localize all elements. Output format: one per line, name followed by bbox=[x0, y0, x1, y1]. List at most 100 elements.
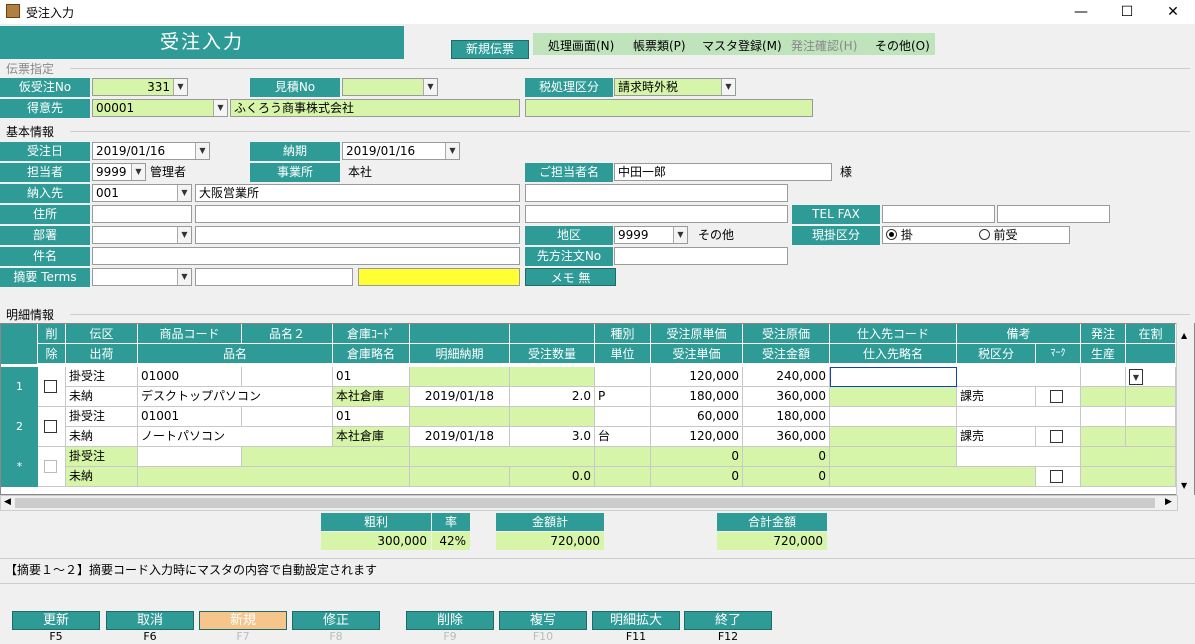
suryo-cell[interactable]: 2.0 bbox=[510, 387, 595, 407]
chevron-down-icon[interactable]: ▼ bbox=[177, 269, 191, 285]
tokui-name-field[interactable]: ふくろう商事株式会社 bbox=[230, 99, 520, 117]
hacchu-cell[interactable] bbox=[1081, 407, 1126, 427]
grid-cell[interactable] bbox=[830, 467, 1036, 487]
minimize-button[interactable]: — bbox=[1058, 0, 1104, 24]
genka-tanka-cell[interactable]: 60,000 bbox=[651, 407, 743, 427]
grid-cell[interactable] bbox=[1081, 447, 1176, 467]
shiire-name-cell[interactable] bbox=[830, 387, 957, 407]
menu-master[interactable]: マスタ登録(M) bbox=[702, 37, 782, 54]
tel-field[interactable] bbox=[882, 205, 995, 223]
mark-checkbox[interactable] bbox=[1050, 430, 1063, 443]
expand-detail-button[interactable]: 明細拡大 bbox=[592, 611, 680, 630]
seisan-cell[interactable] bbox=[1081, 387, 1126, 407]
grid-cell[interactable] bbox=[510, 407, 595, 427]
delete-checkbox[interactable] bbox=[44, 460, 57, 473]
grid-cell[interactable] bbox=[410, 367, 510, 387]
scroll-down-icon[interactable]: ▼ bbox=[1181, 481, 1187, 490]
chevron-down-icon[interactable]: ▼ bbox=[1129, 369, 1143, 385]
tanka-cell[interactable]: 0 bbox=[651, 467, 743, 487]
cancel-button[interactable]: 取消 bbox=[106, 611, 194, 630]
genka-tanka-cell[interactable]: 120,000 bbox=[651, 367, 743, 387]
tanka-cell[interactable]: 120,000 bbox=[651, 427, 743, 447]
zaiwari-cell[interactable]: ▼ bbox=[1126, 367, 1176, 387]
chevron-down-icon[interactable]: ▼ bbox=[673, 227, 687, 243]
soko-name-cell[interactable]: 本社倉庫 bbox=[333, 427, 410, 447]
chevron-down-icon[interactable]: ▼ bbox=[423, 79, 437, 95]
biko-cell[interactable] bbox=[957, 447, 1081, 467]
new-slip-button[interactable]: 新規伝票 bbox=[451, 40, 529, 59]
address2-field[interactable] bbox=[525, 205, 788, 223]
mark-checkbox[interactable] bbox=[1050, 390, 1063, 403]
close-button[interactable]: ✕ bbox=[1150, 0, 1195, 24]
shiire-name-cell[interactable] bbox=[830, 427, 957, 447]
chevron-down-icon[interactable]: ▼ bbox=[721, 79, 735, 95]
delete-checkbox[interactable] bbox=[44, 420, 57, 433]
shiire-code-cell[interactable] bbox=[830, 407, 957, 427]
tani-cell[interactable] bbox=[595, 467, 651, 487]
busho-name-field[interactable] bbox=[195, 226, 520, 244]
tani-cell[interactable]: 台 bbox=[595, 427, 651, 447]
mitsumori-field[interactable]: ▼ bbox=[342, 78, 438, 96]
kenmei-field[interactable] bbox=[92, 247, 520, 265]
scroll-thumb[interactable] bbox=[15, 498, 1155, 508]
radio-kake[interactable] bbox=[886, 229, 897, 240]
zei-select[interactable]: 請求時外税 ▼ bbox=[614, 78, 736, 96]
kingaku-cell[interactable]: 360,000 bbox=[743, 387, 830, 407]
zaiwari-cell[interactable] bbox=[1126, 407, 1176, 427]
menu-sonota[interactable]: その他(O) bbox=[875, 37, 930, 54]
menu-chohyo[interactable]: 帳票類(P) bbox=[633, 37, 686, 54]
scroll-up-icon[interactable]: ▲ bbox=[1181, 331, 1187, 340]
chevron-down-icon[interactable]: ▼ bbox=[173, 79, 187, 95]
busho-code-field[interactable]: ▼ bbox=[92, 226, 192, 244]
memo-button[interactable]: メモ 無 bbox=[525, 268, 616, 286]
denku-cell[interactable]: 掛受注 bbox=[66, 367, 138, 387]
grid-cell[interactable] bbox=[595, 447, 651, 467]
address1-field[interactable] bbox=[195, 205, 520, 223]
code-cell[interactable]: 01001 bbox=[138, 407, 242, 427]
chevron-down-icon[interactable]: ▼ bbox=[213, 100, 227, 116]
nouki-cell[interactable] bbox=[410, 467, 510, 487]
hacchu-cell[interactable] bbox=[1081, 367, 1126, 387]
exit-button[interactable]: 終了 bbox=[684, 611, 772, 630]
hinmei-cell[interactable] bbox=[138, 467, 410, 487]
tokui-code-field[interactable]: 00001 ▼ bbox=[92, 99, 228, 117]
tanka-cell[interactable]: 180,000 bbox=[651, 387, 743, 407]
fax-field[interactable] bbox=[997, 205, 1110, 223]
shiire-code-cell[interactable] bbox=[830, 447, 957, 467]
hinmei-cell[interactable]: デスクトップパソコン bbox=[138, 387, 333, 407]
denku-cell[interactable]: 掛受注 bbox=[66, 447, 138, 467]
genka-cell[interactable]: 240,000 bbox=[743, 367, 830, 387]
tekiyo-code-field[interactable]: ▼ bbox=[92, 268, 192, 286]
gotanto-field[interactable]: 中田一郎 bbox=[614, 163, 832, 181]
nouki-cell[interactable]: 2019/01/18 bbox=[410, 427, 510, 447]
kingaku-cell[interactable]: 0 bbox=[743, 467, 830, 487]
delete-checkbox[interactable] bbox=[44, 380, 57, 393]
grid-cell[interactable] bbox=[510, 367, 595, 387]
hinmei2-cell[interactable] bbox=[242, 407, 333, 427]
nounyu-extra-field[interactable] bbox=[525, 184, 788, 202]
vertical-scrollbar[interactable]: ▲ ▼ bbox=[1176, 323, 1194, 495]
grid-cell[interactable] bbox=[1081, 467, 1176, 487]
shiire-code-cell[interactable] bbox=[830, 367, 957, 387]
grid-cell[interactable] bbox=[1126, 387, 1176, 407]
genka-cell[interactable]: 180,000 bbox=[743, 407, 830, 427]
soko-code-cell[interactable]: 01 bbox=[333, 367, 410, 387]
grid-cell[interactable] bbox=[595, 367, 651, 387]
maximize-button[interactable]: ☐ bbox=[1104, 0, 1150, 24]
chevron-down-icon[interactable]: ▼ bbox=[177, 185, 191, 201]
tekiyo1-field[interactable] bbox=[195, 268, 353, 286]
soko-name-cell[interactable]: 本社倉庫 bbox=[333, 387, 410, 407]
radio-maeuke[interactable] bbox=[978, 229, 990, 240]
suryo-cell[interactable]: 3.0 bbox=[510, 427, 595, 447]
genka-tanka-cell[interactable]: 0 bbox=[651, 447, 743, 467]
tekiyo2-field[interactable] bbox=[358, 268, 520, 286]
grid-cell[interactable] bbox=[595, 407, 651, 427]
juchubi-field[interactable]: 2019/01/16 ▼ bbox=[92, 142, 210, 160]
shukka-cell[interactable]: 未納 bbox=[66, 387, 138, 407]
kari-no-field[interactable]: 331 ▼ bbox=[92, 78, 188, 96]
menu-shori[interactable]: 処理画面(N) bbox=[548, 37, 614, 54]
seisan-cell[interactable] bbox=[1081, 427, 1126, 447]
scroll-left-icon[interactable]: ◀ bbox=[4, 497, 11, 507]
mark-checkbox[interactable] bbox=[1050, 470, 1063, 483]
soko-code-cell[interactable]: 01 bbox=[333, 407, 410, 427]
